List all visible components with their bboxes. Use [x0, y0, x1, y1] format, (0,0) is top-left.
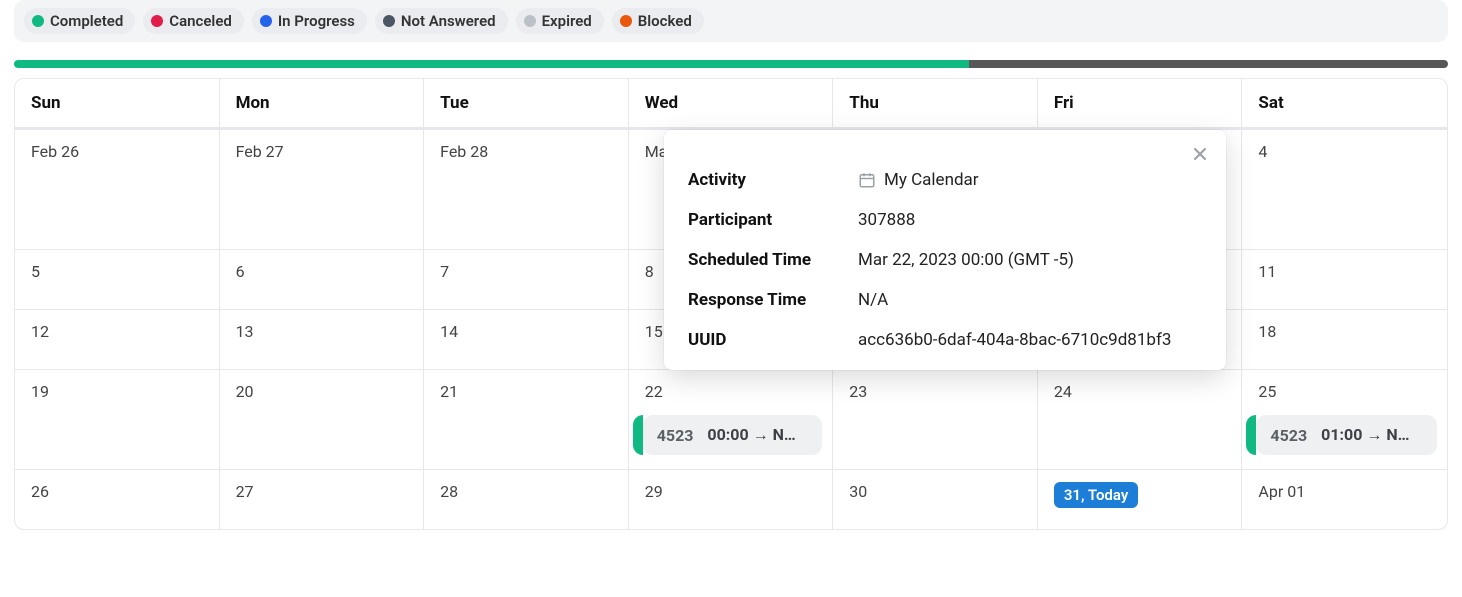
- calendar-date: 22: [645, 382, 663, 401]
- progress-segment-not-answered: [969, 60, 1448, 68]
- status-label: Completed: [50, 12, 123, 30]
- calendar-cell[interactable]: 29: [629, 469, 834, 529]
- status-dot: [620, 15, 632, 27]
- day-header-fri: Fri: [1038, 79, 1243, 129]
- popover-details: Activity My Calendar Participant 307888 …: [688, 170, 1202, 350]
- status-dot: [151, 15, 163, 27]
- calendar-cell[interactable]: 30: [833, 469, 1038, 529]
- calendar-cell[interactable]: 31, Today: [1038, 469, 1243, 529]
- popover-value-response-time: N/A: [858, 290, 1202, 310]
- calendar-cell[interactable]: 7: [424, 249, 629, 309]
- day-header-wed: Wed: [629, 79, 834, 129]
- status-dot: [32, 15, 44, 27]
- event-time: 00:00 → N…: [707, 425, 795, 445]
- calendar-row: 26 27 28 29 30 31, Today Apr 01: [15, 469, 1447, 529]
- popover-label-participant: Participant: [688, 210, 848, 230]
- event-code: 4523: [1270, 426, 1307, 445]
- calendar-cell[interactable]: 28: [424, 469, 629, 529]
- calendar-cell[interactable]: 23: [833, 369, 1038, 469]
- popover-label-uuid: UUID: [688, 330, 848, 350]
- calendar-date: 25: [1258, 382, 1276, 401]
- event-body: 4523 01:00 → N…: [1256, 415, 1437, 455]
- calendar-cell[interactable]: 18: [1242, 309, 1447, 369]
- calendar-view: Completed Canceled In Progress Not Answe…: [0, 0, 1462, 597]
- popover-label-response-time: Response Time: [688, 290, 848, 310]
- status-label: Expired: [542, 12, 592, 30]
- calendar-cell[interactable]: 4: [1242, 129, 1447, 249]
- calendar-cell[interactable]: 22 4523 00:00 → N…: [629, 369, 834, 469]
- day-header-sat: Sat: [1242, 79, 1447, 129]
- status-dot: [260, 15, 272, 27]
- calendar-event[interactable]: 4523 01:00 → N…: [1246, 415, 1437, 455]
- calendar-header-row: Sun Mon Tue Wed Thu Fri Sat: [15, 79, 1447, 129]
- status-label: Blocked: [638, 12, 692, 30]
- calendar-cell[interactable]: Feb 28: [424, 129, 629, 249]
- status-label: Not Answered: [401, 12, 496, 30]
- calendar-cell[interactable]: 6: [220, 249, 425, 309]
- popover-value-uuid: acc636b0-6daf-404a-8bac-6710c9d81bf3: [858, 330, 1202, 350]
- day-header-sun: Sun: [15, 79, 220, 129]
- popover-label-activity: Activity: [688, 170, 848, 190]
- today-badge: 31, Today: [1054, 482, 1138, 508]
- status-dot: [383, 15, 395, 27]
- day-header-tue: Tue: [424, 79, 629, 129]
- status-chip-completed[interactable]: Completed: [24, 8, 135, 34]
- calendar-cell[interactable]: 19: [15, 369, 220, 469]
- event-status-accent: [633, 415, 643, 455]
- calendar-cell[interactable]: 11: [1242, 249, 1447, 309]
- event-time: 01:00 → N…: [1321, 425, 1409, 445]
- event-details-popover: Activity My Calendar Participant 307888 …: [664, 130, 1226, 370]
- calendar-cell[interactable]: 26: [15, 469, 220, 529]
- progress-segment-completed: [14, 60, 969, 68]
- status-chip-in-progress[interactable]: In Progress: [252, 8, 367, 34]
- calendar-cell[interactable]: Apr 01: [1242, 469, 1447, 529]
- calendar-cell[interactable]: 13: [220, 309, 425, 369]
- calendar-cell[interactable]: 21: [424, 369, 629, 469]
- status-chip-blocked[interactable]: Blocked: [612, 8, 704, 34]
- day-header-mon: Mon: [220, 79, 425, 129]
- event-body: 4523 00:00 → N…: [643, 415, 823, 455]
- popover-label-scheduled-time: Scheduled Time: [688, 250, 848, 270]
- popover-value-participant: 307888: [858, 210, 1202, 230]
- status-label: Canceled: [169, 12, 232, 30]
- popover-value-scheduled-time: Mar 22, 2023 00:00 (GMT -5): [858, 250, 1202, 270]
- close-icon[interactable]: [1188, 142, 1212, 166]
- status-dot: [524, 15, 536, 27]
- popover-value-activity: My Calendar: [858, 170, 1202, 190]
- calendar-icon: [858, 171, 876, 189]
- calendar-cell[interactable]: Feb 27: [220, 129, 425, 249]
- calendar-cell[interactable]: 24: [1038, 369, 1243, 469]
- popover-activity-text: My Calendar: [884, 170, 979, 190]
- status-chip-expired[interactable]: Expired: [516, 8, 604, 34]
- status-chip-canceled[interactable]: Canceled: [143, 8, 244, 34]
- calendar-cell[interactable]: 5: [15, 249, 220, 309]
- calendar-cell[interactable]: 14: [424, 309, 629, 369]
- status-legend: Completed Canceled In Progress Not Answe…: [14, 0, 1448, 42]
- calendar-cell[interactable]: 25 4523 01:00 → N…: [1242, 369, 1447, 469]
- progress-bar: [14, 60, 1448, 68]
- status-label: In Progress: [278, 12, 355, 30]
- event-status-accent: [1246, 415, 1256, 455]
- calendar-row: 19 20 21 22 4523 00:00 → N… 23 24 25: [15, 369, 1447, 469]
- event-code: 4523: [657, 426, 694, 445]
- calendar-cell[interactable]: Feb 26: [15, 129, 220, 249]
- calendar-cell[interactable]: 27: [220, 469, 425, 529]
- day-header-thu: Thu: [833, 79, 1038, 129]
- calendar-cell[interactable]: 12: [15, 309, 220, 369]
- calendar-cell[interactable]: 20: [220, 369, 425, 469]
- status-chip-not-answered[interactable]: Not Answered: [375, 8, 508, 34]
- calendar-event[interactable]: 4523 00:00 → N…: [633, 415, 823, 455]
